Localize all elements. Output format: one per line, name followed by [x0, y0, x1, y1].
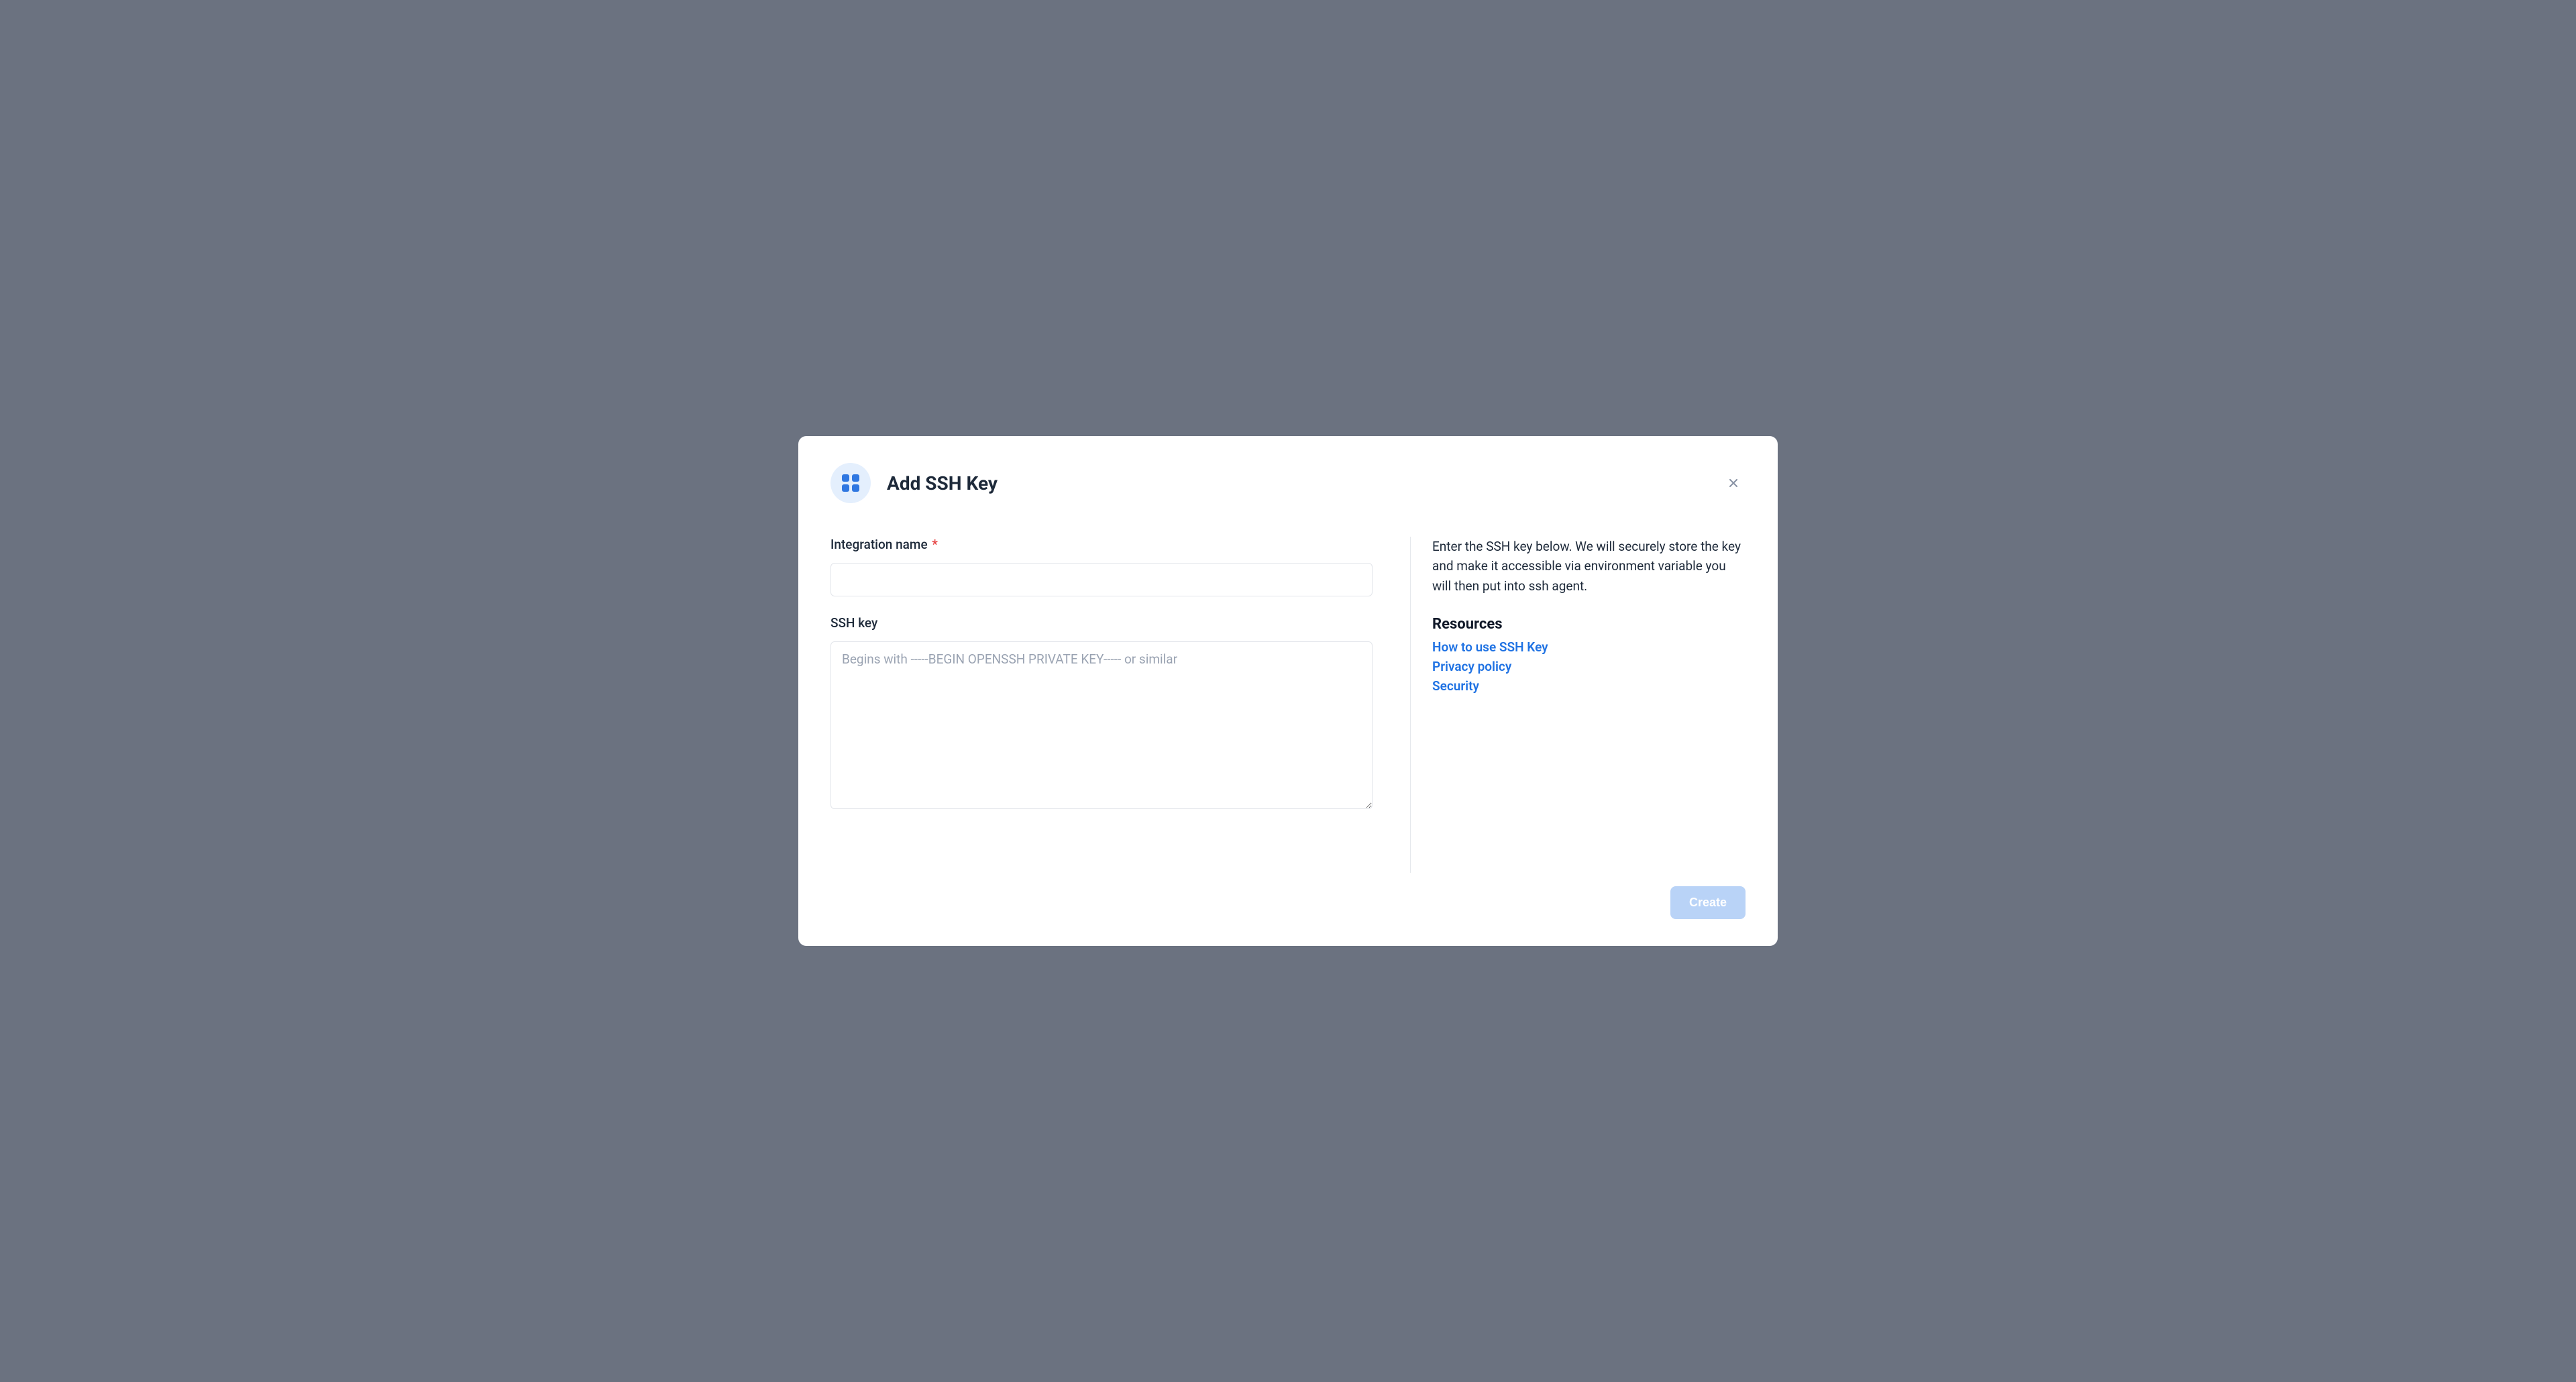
- resources-heading: Resources: [1432, 616, 1746, 633]
- resource-link-how-to-use[interactable]: How to use SSH Key: [1432, 639, 1746, 655]
- required-mark: *: [932, 537, 937, 552]
- side-column: Enter the SSH key below. We will securel…: [1410, 537, 1746, 873]
- resource-link-privacy[interactable]: Privacy policy: [1432, 659, 1746, 674]
- form-column: Integration name * SSH key: [830, 537, 1410, 873]
- create-button[interactable]: Create: [1670, 886, 1746, 919]
- integration-name-label-text: Integration name: [830, 537, 928, 552]
- ssh-key-field: SSH key: [830, 615, 1373, 812]
- integration-name-label: Integration name *: [830, 537, 1373, 552]
- modal-body: Integration name * SSH key Enter the SSH…: [798, 503, 1778, 886]
- ssh-key-textarea[interactable]: [830, 641, 1373, 809]
- integration-name-input[interactable]: [830, 563, 1373, 596]
- close-button[interactable]: [1721, 471, 1746, 495]
- side-description: Enter the SSH key below. We will securel…: [1432, 537, 1746, 596]
- integration-name-field: Integration name *: [830, 537, 1373, 596]
- modal-title: Add SSH Key: [887, 472, 998, 494]
- app-grid-icon: [830, 463, 871, 503]
- header-left: Add SSH Key: [830, 463, 998, 503]
- modal-header: Add SSH Key: [798, 436, 1778, 503]
- add-ssh-key-modal: Add SSH Key Integration name * SSH key: [798, 436, 1778, 946]
- ssh-key-label: SSH key: [830, 615, 1373, 631]
- modal-footer: Create: [798, 886, 1778, 946]
- close-icon: [1727, 476, 1740, 490]
- resource-link-security[interactable]: Security: [1432, 678, 1746, 694]
